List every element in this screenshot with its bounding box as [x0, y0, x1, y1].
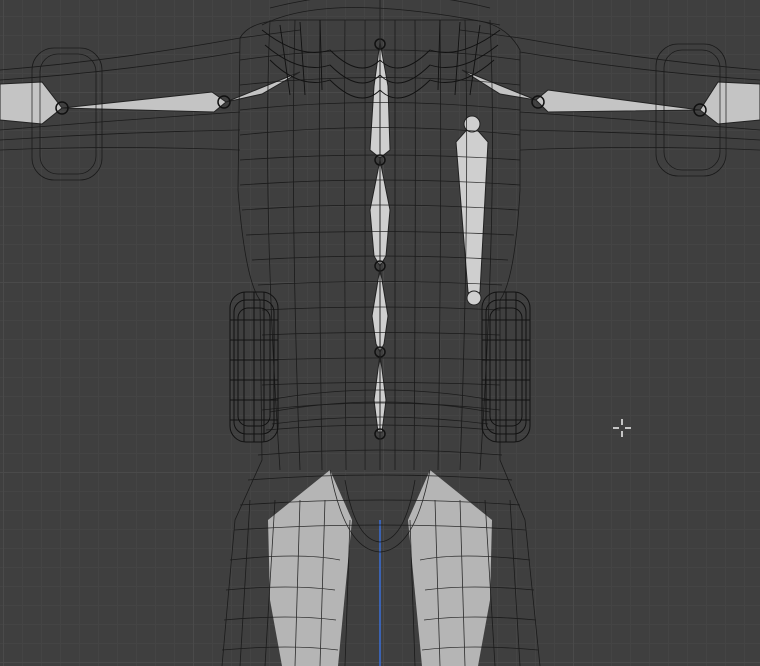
- viewport-scene: [0, 0, 760, 666]
- 3d-cursor-crosshair-icon[interactable]: [613, 419, 631, 437]
- side-pouch-left: [229, 291, 279, 443]
- spine-bones[interactable]: [369, 41, 489, 433]
- 3d-viewport[interactable]: [0, 0, 760, 666]
- side-pouch-right: [481, 291, 531, 443]
